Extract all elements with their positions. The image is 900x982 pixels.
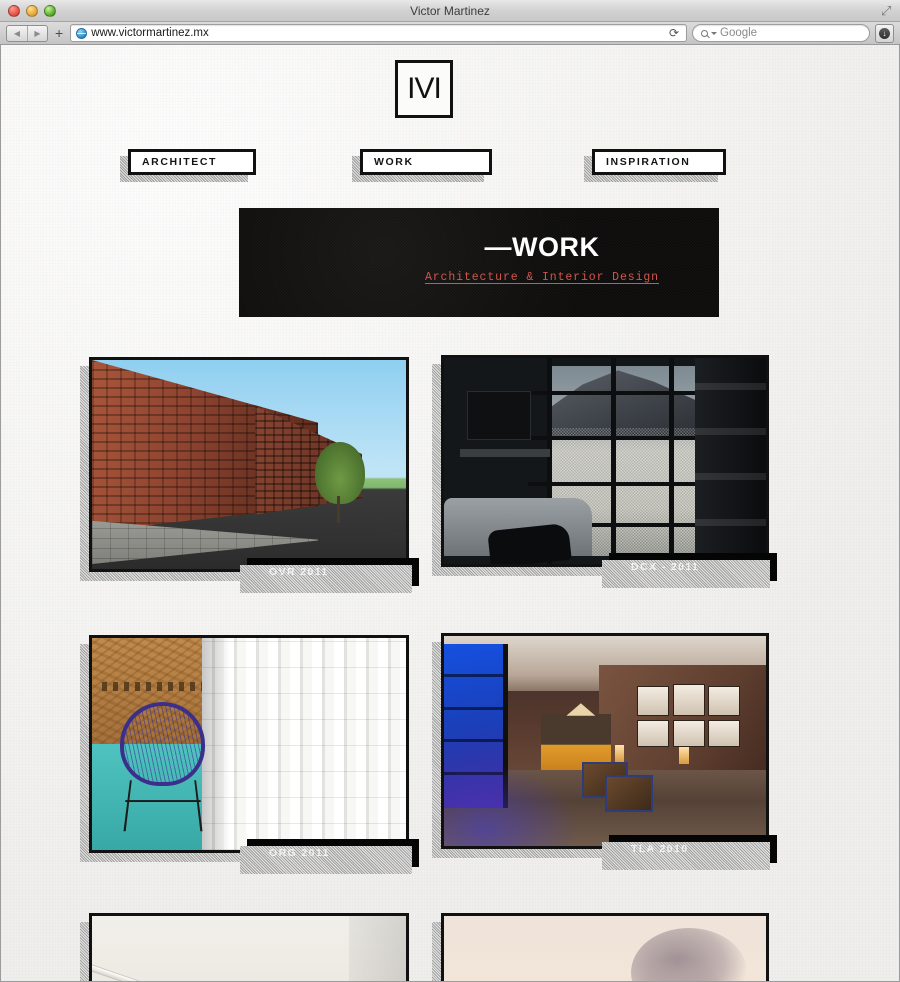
nav-work-label: WORK <box>374 156 414 168</box>
project-thumbnail <box>441 633 769 849</box>
hero-subtitle: Architecture & Interior Design <box>424 271 659 284</box>
minimize-window-button[interactable] <box>26 5 38 17</box>
project-caption-text: ORG 2011 <box>269 847 330 859</box>
nav-work[interactable]: WORK <box>352 149 492 182</box>
hero-text-block: —WORK Architecture & Interior Design <box>424 232 659 285</box>
nav-button-face: ARCHITECT <box>128 149 256 175</box>
search-magnifier-icon <box>701 29 708 37</box>
logo-mark-text: IVI <box>407 72 442 105</box>
close-window-button[interactable] <box>8 5 20 17</box>
chevron-down-icon[interactable] <box>711 31 717 35</box>
project-thumbnail <box>89 357 409 572</box>
project-caption-text: OVR 2011 <box>269 566 329 578</box>
browser-toolbar: ◀ ▶ + www.victormartinez.mx ⟳ Google ↓ <box>0 22 900 45</box>
nav-architect-label: ARCHITECT <box>142 156 218 168</box>
search-input[interactable]: Google <box>692 24 870 42</box>
brick-wall-render-art <box>92 360 406 569</box>
nav-inspiration-label: INSPIRATION <box>606 156 691 168</box>
site-logo[interactable]: IVI <box>395 60 453 118</box>
project-card[interactable]: OVR 2011 <box>80 357 419 593</box>
nav-inspiration[interactable]: INSPIRATION <box>584 149 726 182</box>
zoom-window-button[interactable] <box>44 5 56 17</box>
project-card[interactable] <box>432 913 769 981</box>
reload-icon[interactable]: ⟳ <box>669 26 681 40</box>
chair-white-panel-wall-art <box>92 638 406 850</box>
search-placeholder: Google <box>720 27 758 39</box>
project-thumbnail <box>89 635 409 853</box>
hero-banner: —WORK Architecture & Interior Design <box>239 208 719 317</box>
back-arrow-icon[interactable]: ◀ <box>7 26 27 41</box>
project-thumbnail <box>441 355 769 567</box>
bedroom-window-view-art <box>444 358 766 564</box>
project-caption: OVR 2011 <box>240 558 419 593</box>
resize-grip-icon[interactable]: ⤢ <box>881 4 894 17</box>
project-caption: ORG 2011 <box>240 839 419 874</box>
project-caption: DCX - 2011 <box>602 553 777 588</box>
url-text: www.victormartinez.mx <box>91 27 209 39</box>
hero-title: —WORK <box>484 232 600 262</box>
project-caption: TLA 2010 <box>602 835 777 870</box>
forward-arrow-icon[interactable]: ▶ <box>27 25 47 41</box>
downloads-button[interactable]: ↓ <box>875 23 894 43</box>
project-thumbnail <box>441 913 769 981</box>
window-title: Victor Martinez <box>410 4 490 18</box>
project-card[interactable]: ORG 2011 <box>80 635 419 874</box>
window-titlebar: Victor Martinez ⤢ <box>0 0 900 22</box>
add-tab-button[interactable]: + <box>53 26 65 40</box>
site-navigation: ARCHITECT WORK INSPIRATION <box>1 149 899 189</box>
project-card[interactable]: TLA 2010 <box>432 633 777 870</box>
sunset-mountain-building-art <box>444 916 766 981</box>
webpage-content: IVI ARCHITECT WORK INSPIRATION —WORK Arc… <box>0 45 900 982</box>
downloads-icon: ↓ <box>879 27 890 39</box>
address-bar[interactable]: www.victormartinez.mx ⟳ <box>70 24 687 42</box>
nav-button-face: WORK <box>360 149 492 175</box>
white-ceiling-lighting-art <box>92 916 406 981</box>
project-caption-text: TLA 2010 <box>631 843 689 855</box>
navigation-buttons: ◀ ▶ <box>6 24 48 42</box>
nav-architect[interactable]: ARCHITECT <box>120 149 256 182</box>
nav-button-face: INSPIRATION <box>592 149 726 175</box>
globe-icon <box>76 27 88 39</box>
project-card[interactable] <box>80 913 409 981</box>
project-thumbnail <box>89 913 409 981</box>
browser-window: Victor Martinez ⤢ ◀ ▶ + www.victormartin… <box>0 0 900 982</box>
warm-lobby-interior-art <box>444 636 766 846</box>
project-caption-text: DCX - 2011 <box>631 561 700 573</box>
project-card[interactable]: DCX - 2011 <box>432 355 777 588</box>
window-controls <box>8 5 56 17</box>
